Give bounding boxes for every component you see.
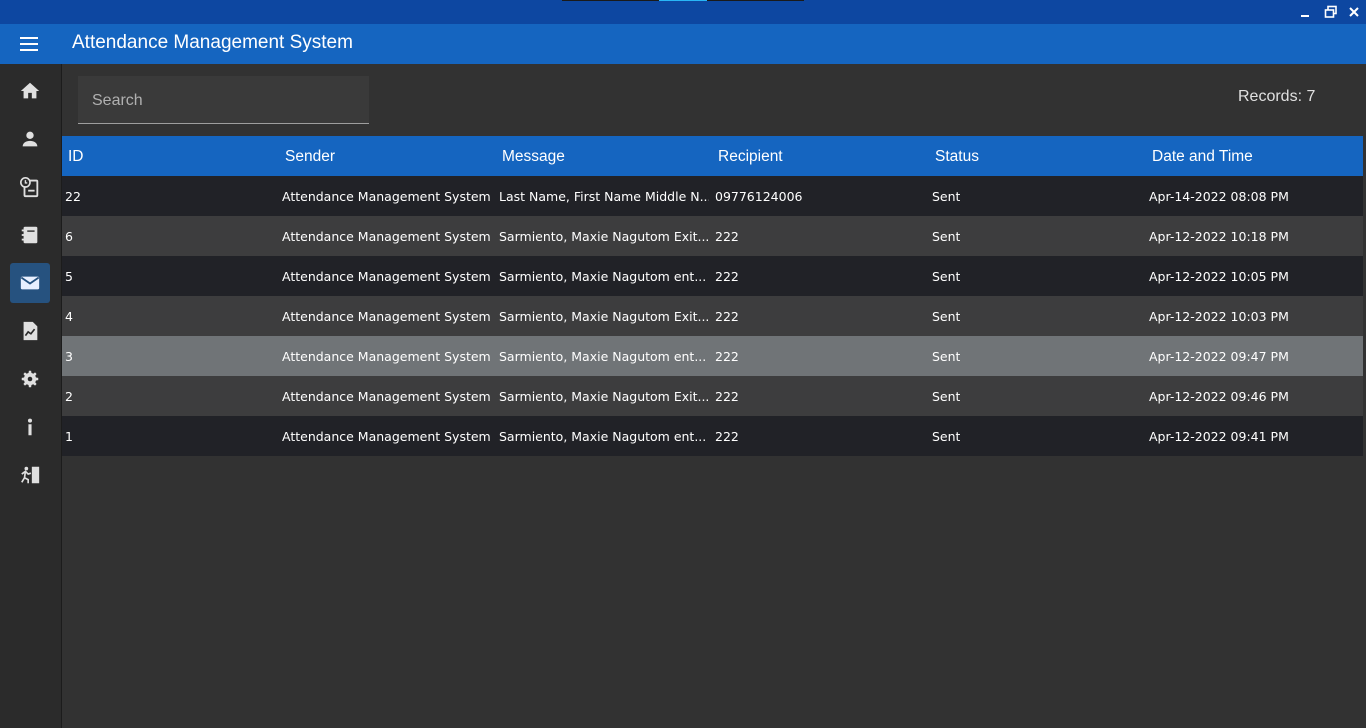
- cell-date-time: Apr-12-2022 10:03 PM: [1149, 309, 1289, 324]
- cell-message: Sarmiento, Maxie Nagutom Exit...: [499, 389, 709, 404]
- column-header-sender[interactable]: Sender: [285, 148, 335, 166]
- cell-sender: Attendance Management System: [282, 389, 491, 404]
- cell-recipient: 222: [715, 389, 739, 404]
- cell-sender: Attendance Management System: [282, 429, 491, 444]
- sidebar: [0, 64, 62, 728]
- cell-id: 6: [65, 229, 73, 244]
- nav-about[interactable]: [10, 407, 50, 447]
- table-row[interactable]: 2 Attendance Management System Sarmiento…: [62, 376, 1363, 416]
- search-field[interactable]: [78, 76, 369, 124]
- table-row[interactable]: 5 Attendance Management System Sarmiento…: [62, 256, 1363, 296]
- column-header-date-time[interactable]: Date and Time: [1152, 148, 1253, 166]
- cell-date-time: Apr-12-2022 10:18 PM: [1149, 229, 1289, 244]
- cell-status: Sent: [932, 229, 961, 244]
- nav-home[interactable]: [10, 71, 50, 111]
- cell-date-time: Apr-12-2022 09:47 PM: [1149, 349, 1289, 364]
- cell-sender: Attendance Management System: [282, 229, 491, 244]
- cell-status: Sent: [932, 309, 961, 324]
- hamburger-icon[interactable]: [20, 36, 40, 52]
- app-bar: Attendance Management System: [0, 24, 1366, 64]
- gear-icon: [21, 370, 39, 388]
- messages-table: ID Sender Message Recipient Status Date …: [62, 136, 1363, 456]
- clock-clipboard-icon: [20, 177, 39, 198]
- cell-message: Sarmiento, Maxie Nagutom ent...: [499, 269, 707, 284]
- book-icon: [21, 226, 38, 244]
- cell-status: Sent: [932, 189, 961, 204]
- cell-message: Sarmiento, Maxie Nagutom ent...: [499, 349, 707, 364]
- column-header-message[interactable]: Message: [502, 148, 565, 166]
- nav-attendance[interactable]: [10, 167, 50, 207]
- cell-id: 5: [65, 269, 73, 284]
- cell-date-time: Apr-12-2022 10:05 PM: [1149, 269, 1289, 284]
- restore-icon[interactable]: [1320, 3, 1342, 21]
- cell-id: 2: [65, 389, 73, 404]
- table-row[interactable]: 22 Attendance Management System Last Nam…: [62, 176, 1363, 216]
- cell-recipient: 09776124006: [715, 189, 803, 204]
- close-icon[interactable]: [1343, 3, 1365, 21]
- cell-recipient: 222: [715, 229, 739, 244]
- person-icon: [22, 131, 38, 147]
- cell-status: Sent: [932, 389, 961, 404]
- table-row[interactable]: 4 Attendance Management System Sarmiento…: [62, 296, 1363, 336]
- column-header-status[interactable]: Status: [935, 148, 979, 166]
- nav-records[interactable]: [10, 215, 50, 255]
- cell-message: Sarmiento, Maxie Nagutom Exit...: [499, 309, 709, 324]
- nav-exit[interactable]: [10, 455, 50, 495]
- exit-icon: [21, 466, 40, 484]
- app-title: Attendance Management System: [72, 32, 353, 53]
- column-header-id[interactable]: ID: [68, 148, 84, 166]
- cell-id: 22: [65, 189, 81, 204]
- table-row[interactable]: 1 Attendance Management System Sarmiento…: [62, 416, 1363, 456]
- home-icon: [20, 82, 40, 99]
- records-count: Records: 7: [1238, 88, 1316, 105]
- table-header: ID Sender Message Recipient Status Date …: [62, 136, 1363, 176]
- report-icon: [23, 321, 38, 341]
- nav-reports[interactable]: [10, 311, 50, 351]
- cell-sender: Attendance Management System: [282, 269, 491, 284]
- cell-message: Last Name, First Name Middle N...: [499, 189, 709, 204]
- cell-date-time: Apr-14-2022 08:08 PM: [1149, 189, 1289, 204]
- cell-status: Sent: [932, 349, 961, 364]
- cell-id: 4: [65, 309, 73, 324]
- table-row[interactable]: 6 Attendance Management System Sarmiento…: [62, 216, 1363, 256]
- cell-message: Sarmiento, Maxie Nagutom Exit...: [499, 229, 709, 244]
- cell-status: Sent: [932, 269, 961, 284]
- cell-status: Sent: [932, 429, 961, 444]
- nav-students[interactable]: [10, 119, 50, 159]
- cell-recipient: 222: [715, 349, 739, 364]
- cell-date-time: Apr-12-2022 09:41 PM: [1149, 429, 1289, 444]
- cell-sender: Attendance Management System: [282, 309, 491, 324]
- column-header-recipient[interactable]: Recipient: [718, 148, 783, 166]
- info-icon: [27, 418, 33, 436]
- search-input[interactable]: [78, 76, 369, 123]
- cell-recipient: 222: [715, 309, 739, 324]
- cell-message: Sarmiento, Maxie Nagutom ent...: [499, 429, 707, 444]
- table-row-selected[interactable]: 3 Attendance Management System Sarmiento…: [62, 336, 1363, 376]
- nav-settings[interactable]: [10, 359, 50, 399]
- cell-sender: Attendance Management System: [282, 349, 491, 364]
- minimize-icon[interactable]: [1294, 3, 1316, 21]
- cell-recipient: 222: [715, 429, 739, 444]
- cell-sender: Attendance Management System: [282, 189, 491, 204]
- title-drag-indicator: [562, 0, 804, 1]
- cell-id: 1: [65, 429, 73, 444]
- cell-date-time: Apr-12-2022 09:46 PM: [1149, 389, 1289, 404]
- nav-messages[interactable]: [10, 263, 50, 303]
- cell-recipient: 222: [715, 269, 739, 284]
- window-titlebar[interactable]: [0, 0, 1366, 24]
- mail-icon: [20, 276, 40, 290]
- cell-id: 3: [65, 349, 73, 364]
